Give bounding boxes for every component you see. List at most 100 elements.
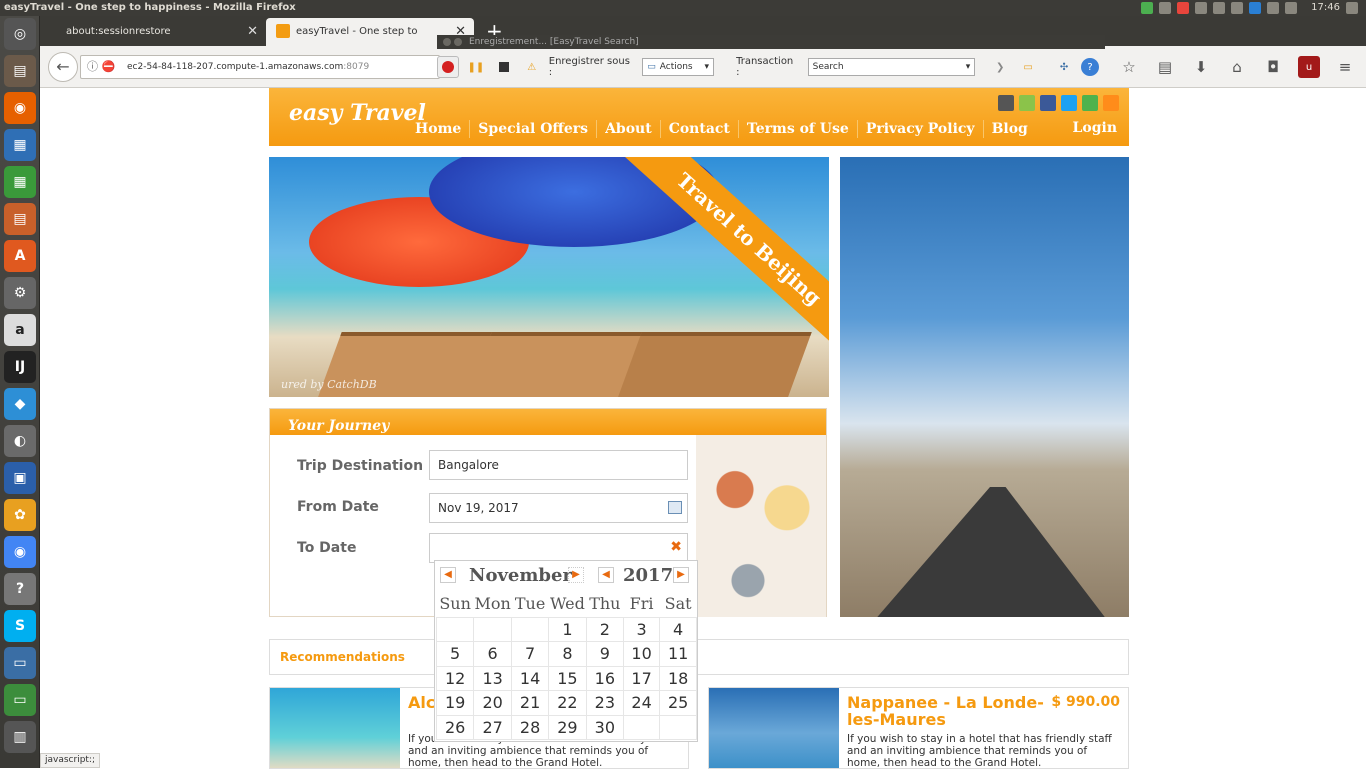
downloads-icon[interactable]: ⬇ — [1190, 56, 1212, 78]
android-icon[interactable] — [1019, 95, 1035, 111]
drive-icon[interactable]: ▭ — [4, 647, 36, 679]
expand-icon[interactable]: ✣ — [1053, 56, 1075, 78]
day-cell[interactable]: 14 — [511, 665, 550, 691]
calendar-icon[interactable] — [668, 501, 682, 514]
day-cell[interactable]: 4 — [659, 616, 697, 642]
from-date-input[interactable]: Nov 19, 2017 — [429, 493, 688, 523]
day-cell[interactable]: 8 — [548, 641, 587, 667]
bluetooth-icon[interactable] — [1231, 2, 1244, 14]
hero-banner-image[interactable]: Travel to Beijing ured by CatchDB — [269, 157, 829, 397]
volume-icon[interactable] — [1285, 2, 1298, 14]
open-folder-icon[interactable]: ▭ — [1017, 56, 1039, 78]
nav-terms[interactable]: Terms of Use — [739, 120, 858, 138]
tab-session-restore[interactable]: about:sessionrestore ✕ — [56, 18, 266, 46]
dropbox-icon[interactable] — [1159, 2, 1172, 14]
rss-icon[interactable] — [1103, 95, 1119, 111]
check-icon[interactable] — [1141, 2, 1154, 14]
day-cell[interactable]: 26 — [435, 714, 475, 740]
reading-list-icon[interactable]: ▤ — [1154, 56, 1176, 78]
day-cell[interactable]: 17 — [622, 665, 661, 691]
day-cell[interactable]: 27 — [473, 714, 513, 740]
save-as-dropdown[interactable]: ▭ Actions ▾ — [642, 58, 715, 76]
help-icon[interactable]: ? — [4, 573, 36, 605]
day-cell[interactable]: 11 — [659, 641, 697, 667]
settings-icon[interactable]: ⚙ — [4, 277, 36, 309]
hotel-card[interactable]: Nappanee - La Londe-les-Maures $ 990.00 … — [708, 687, 1129, 769]
to-date-input[interactable]: ✖ — [429, 533, 688, 563]
bookmark-star-icon[interactable]: ☆ — [1118, 56, 1140, 78]
gimp-icon[interactable]: ◐ — [4, 425, 36, 457]
day-cell[interactable]: 12 — [435, 665, 475, 691]
chrome-icon[interactable] — [1177, 2, 1190, 14]
day-cell[interactable]: 5 — [435, 641, 475, 667]
day-cell[interactable]: 6 — [473, 641, 513, 667]
destination-input[interactable]: Bangalore — [429, 450, 688, 480]
day-cell[interactable]: 20 — [473, 690, 513, 716]
day-cell[interactable]: 1 — [548, 616, 587, 642]
day-cell[interactable]: 3 — [622, 616, 661, 642]
day-cell[interactable]: 16 — [585, 665, 624, 691]
pocket-icon[interactable]: ◘ — [1262, 56, 1284, 78]
hotel-name[interactable]: Nappanee - La Londe-les-Maures — [847, 694, 1047, 728]
url-bar[interactable]: ⓘ ⛔ ec2-54-84-118-207.compute-1.amazonaw… — [80, 55, 440, 79]
hotel-thumbnail[interactable] — [709, 688, 839, 768]
nav-blog[interactable]: Blog — [984, 120, 1036, 138]
easytravel-logo[interactable]: easy Travel — [289, 100, 426, 126]
twitter-icon[interactable] — [1061, 95, 1077, 111]
prev-year-icon[interactable]: ◀ — [598, 567, 614, 583]
mail-icon[interactable] — [1249, 2, 1262, 14]
remote-desktop-icon[interactable]: ▣ — [4, 462, 36, 494]
files-icon[interactable]: ▤ — [4, 55, 36, 87]
day-cell[interactable]: 28 — [511, 714, 550, 740]
clock[interactable]: 17:46 — [1311, 0, 1340, 16]
ublock-icon[interactable]: u — [1298, 56, 1320, 78]
software-center-icon[interactable]: A — [4, 240, 36, 272]
intellij-icon[interactable]: IJ — [4, 351, 36, 383]
google-icon[interactable] — [1082, 95, 1098, 111]
close-tab-icon[interactable]: ✕ — [247, 18, 258, 46]
hotel-thumbnail[interactable] — [270, 688, 400, 768]
minimize-dot-icon[interactable] — [454, 38, 462, 46]
facebook-icon[interactable] — [1040, 95, 1056, 111]
day-cell[interactable]: 19 — [435, 690, 475, 716]
terminal-icon[interactable]: ▭ — [4, 684, 36, 716]
day-cell[interactable]: 7 — [511, 641, 550, 667]
skype-icon[interactable]: S — [4, 610, 36, 642]
info-icon[interactable]: ⓘ ⛔ — [87, 56, 115, 78]
day-cell[interactable]: 9 — [585, 641, 624, 667]
nav-privacy[interactable]: Privacy Policy — [858, 120, 984, 138]
power-icon[interactable] — [1346, 2, 1358, 14]
keyboard-icon[interactable] — [1213, 2, 1226, 14]
nav-home[interactable]: Home — [407, 120, 471, 138]
chrome-launcher-icon[interactable]: ◉ — [4, 536, 36, 568]
help-icon[interactable]: ? — [1081, 58, 1099, 76]
day-cell[interactable]: 30 — [585, 714, 624, 740]
warning-icon[interactable]: ⚠ — [521, 56, 543, 78]
day-cell[interactable]: 18 — [659, 665, 697, 691]
amazon-icon[interactable]: a — [4, 314, 36, 346]
picasa-icon[interactable]: ✿ — [4, 499, 36, 531]
home-icon[interactable]: ⌂ — [1226, 56, 1248, 78]
transfer-icon[interactable] — [1195, 2, 1208, 14]
back-arrow-icon[interactable]: ← — [48, 52, 78, 82]
day-cell[interactable]: 10 — [622, 641, 661, 667]
forward-icon[interactable]: ❯ — [989, 56, 1011, 78]
record-button[interactable] — [437, 56, 459, 78]
pause-button[interactable]: ❚❚ — [465, 56, 487, 78]
nav-contact[interactable]: Contact — [661, 120, 739, 138]
writer-icon[interactable]: ▦ — [4, 129, 36, 161]
transaction-dropdown[interactable]: Search ▾ — [807, 58, 976, 76]
network-icon[interactable] — [1267, 2, 1280, 14]
day-cell[interactable]: 25 — [659, 690, 697, 716]
impress-icon[interactable]: ▤ — [4, 203, 36, 235]
day-cell[interactable]: 24 — [622, 690, 661, 716]
next-year-icon[interactable]: ▶ — [673, 567, 689, 583]
firefox-icon[interactable]: ◉ — [4, 92, 36, 124]
prev-month-icon[interactable]: ◀ — [440, 567, 456, 583]
day-cell[interactable]: 21 — [511, 690, 550, 716]
dash-icon[interactable]: ◎ — [4, 18, 36, 50]
apple-icon[interactable] — [998, 95, 1014, 111]
day-cell[interactable]: 23 — [585, 690, 624, 716]
menu-icon[interactable]: ≡ — [1334, 56, 1356, 78]
day-cell[interactable]: 15 — [548, 665, 587, 691]
